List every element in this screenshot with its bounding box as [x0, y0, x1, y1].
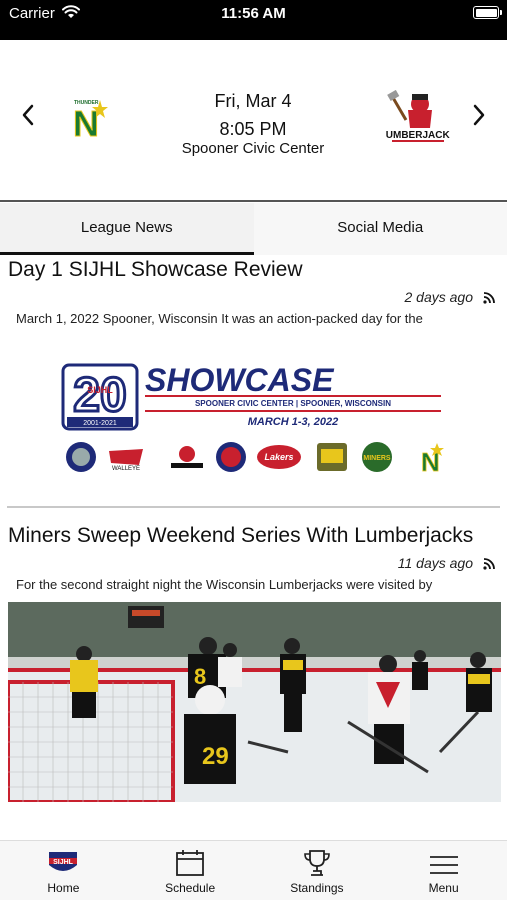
away-team-logo[interactable]: LUMBERJACKS — [380, 89, 457, 151]
trophy-icon — [254, 841, 381, 877]
tab-social-media[interactable]: Social Media — [254, 203, 507, 255]
svg-text:SIJHL: SIJHL — [87, 385, 113, 395]
svg-text:SPOONER CIVIC CENTER | SPOONER: SPOONER CIVIC CENTER | SPOONER, WISCONSI… — [194, 399, 390, 408]
svg-text:8: 8 — [194, 664, 206, 689]
svg-text:MARCH 1-3, 2022: MARCH 1-3, 2022 — [247, 416, 337, 428]
hamburger-menu-icon — [380, 841, 507, 877]
previous-game-chevron-icon[interactable] — [16, 104, 40, 132]
nav-schedule[interactable]: Schedule — [127, 841, 254, 900]
article-divider — [7, 506, 500, 508]
svg-text:N: N — [73, 103, 99, 140]
next-game-chevron-icon[interactable] — [467, 104, 491, 132]
nav-home[interactable]: SIJHL Home — [0, 841, 127, 900]
clock: 11:56 AM — [221, 5, 286, 22]
svg-text:29: 29 — [202, 743, 229, 770]
svg-text:SHOWCASE: SHOWCASE — [145, 362, 335, 398]
nav-standings-label: Standings — [290, 881, 344, 895]
tab-league-news[interactable]: League News — [0, 203, 254, 255]
news-feed[interactable]: Day 1 SIJHL Showcase Review 2 days ago M… — [0, 256, 507, 840]
calendar-icon — [127, 841, 254, 877]
status-bar: Carrier 11:56 AM — [0, 0, 507, 40]
game-time: 8:05 PM — [219, 119, 287, 139]
article-summary: March 1, 2022 Spooner, Wisconsin It was … — [16, 311, 423, 326]
bottom-tab-bar: SIJHL Home Schedule Standings Menu — [0, 840, 507, 900]
news-article[interactable]: Miners Sweep Weekend Series With Lumberj… — [0, 522, 507, 802]
svg-text:2001-2021: 2001-2021 — [83, 420, 117, 427]
article-headline[interactable]: Day 1 SIJHL Showcase Review — [8, 256, 499, 283]
sijhl-logo-icon: SIJHL — [0, 841, 127, 877]
game-info: Fri, Mar 4 8:05 PM Spooner Civic Center — [153, 90, 353, 158]
article-age: 11 days ago — [397, 555, 473, 571]
game-header: THUNDER N Fri, Mar 4 8:05 PM Spooner Civ… — [0, 40, 507, 202]
article-meta: 11 days ago — [8, 555, 499, 571]
hockey-game-photo[interactable]: 8 29 — [8, 602, 501, 802]
game-venue: Spooner Civic Center — [181, 140, 325, 157]
news-article[interactable]: Day 1 SIJHL Showcase Review 2 days ago M… — [0, 256, 507, 506]
home-team-logo[interactable]: THUNDER N — [70, 98, 108, 145]
nav-menu[interactable]: Menu — [380, 841, 507, 900]
showcase-banner-image[interactable]: 20 SIJHL 2001-2021 SHOWCASE SPOONER CIVI… — [8, 336, 499, 506]
battery-icon — [473, 6, 502, 19]
nav-schedule-label: Schedule — [165, 881, 216, 895]
article-summary: For the second straight night the Wiscon… — [16, 577, 433, 592]
svg-text:MINERS: MINERS — [363, 455, 391, 462]
news-tabs: League News Social Media — [0, 203, 507, 255]
svg-text:Lakers: Lakers — [264, 452, 293, 462]
nav-standings[interactable]: Standings — [254, 841, 381, 900]
svg-text:SIJHL: SIJHL — [53, 859, 74, 866]
svg-text:20: 20 — [73, 369, 126, 422]
rss-icon — [483, 557, 495, 570]
game-date: Fri, Mar 4 — [214, 91, 292, 111]
article-age: 2 days ago — [404, 289, 474, 305]
article-headline[interactable]: Miners Sweep Weekend Series With Lumberj… — [8, 522, 499, 549]
article-meta: 2 days ago — [8, 289, 499, 305]
svg-text:LUMBERJACKS: LUMBERJACKS — [386, 130, 450, 141]
rss-icon — [483, 291, 495, 304]
svg-text:WALLEYE: WALLEYE — [111, 466, 139, 472]
nav-home-label: Home — [47, 881, 80, 895]
nav-menu-label: Menu — [428, 881, 459, 895]
